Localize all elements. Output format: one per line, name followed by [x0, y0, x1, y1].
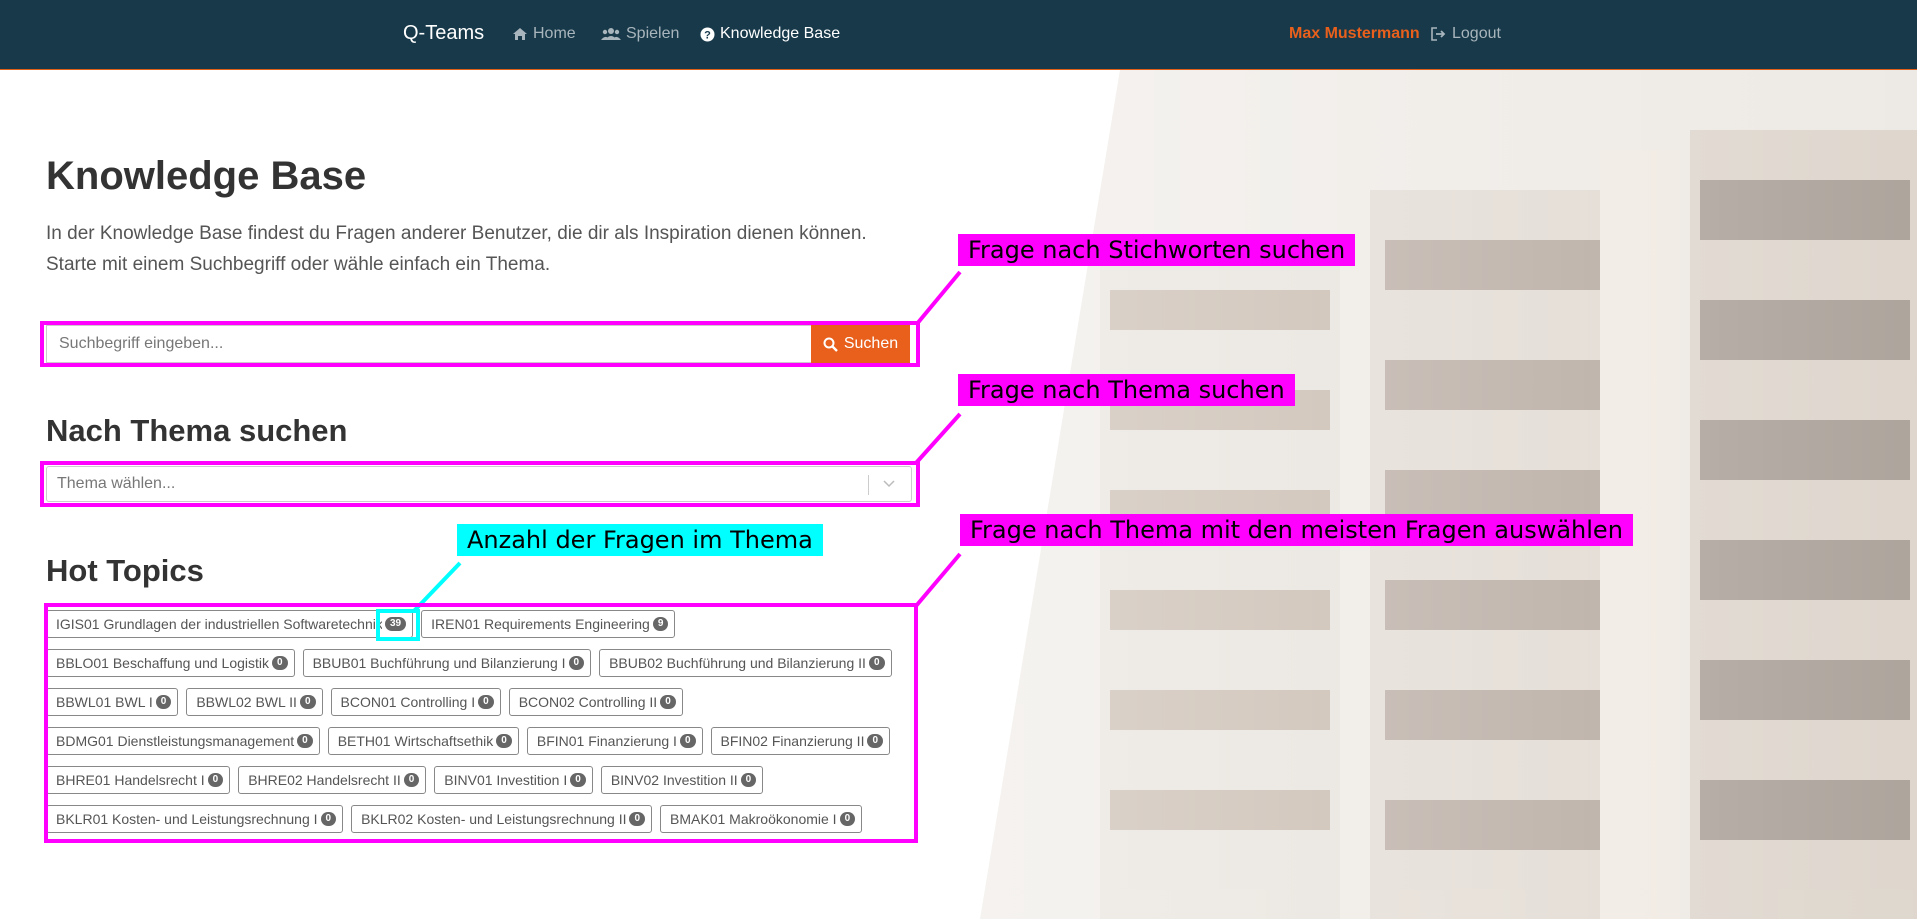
nav-logout[interactable]: Logout — [1431, 25, 1501, 43]
annotation-box-count — [376, 609, 420, 641]
home-icon — [513, 28, 527, 40]
nav-knowledge-base[interactable]: ? Knowledge Base — [700, 25, 840, 43]
page-title: Knowledge Base — [46, 154, 367, 198]
annotation-box-search — [40, 321, 920, 367]
svg-text:?: ? — [704, 29, 711, 41]
user-name[interactable]: Max Mustermann — [1289, 25, 1420, 43]
sign-out-icon — [1431, 27, 1446, 41]
nav-play[interactable]: Spielen — [601, 25, 679, 43]
annotation-label-count: Anzahl der Fragen im Thema — [457, 524, 823, 556]
nav-logout-label: Logout — [1452, 25, 1501, 42]
question-circle-icon: ? — [700, 27, 715, 41]
nav-home-label: Home — [533, 25, 576, 42]
top-navbar: Q-Teams Home Spielen ? Knowledge Base Ma… — [0, 0, 1917, 70]
annotation-label-topic: Frage nach Thema suchen — [958, 374, 1295, 406]
annotation-box-hot-topics — [44, 603, 918, 843]
nav-play-label: Spielen — [626, 25, 680, 42]
annotation-box-topic — [40, 461, 920, 507]
annotation-label-hot: Frage nach Thema mit den meisten Fragen … — [960, 514, 1633, 546]
annotation-label-search: Frage nach Stichworten suchen — [958, 234, 1356, 266]
users-icon — [601, 28, 621, 40]
hot-topics-heading: Hot Topics — [46, 553, 204, 588]
brand-logo[interactable]: Q-Teams — [403, 22, 484, 45]
page-intro: In der Knowledge Base findest du Fragen … — [46, 223, 867, 275]
nav-knowledge-base-label: Knowledge Base — [720, 25, 841, 42]
topic-heading: Nach Thema suchen — [46, 413, 348, 448]
nav-home[interactable]: Home — [512, 25, 576, 43]
